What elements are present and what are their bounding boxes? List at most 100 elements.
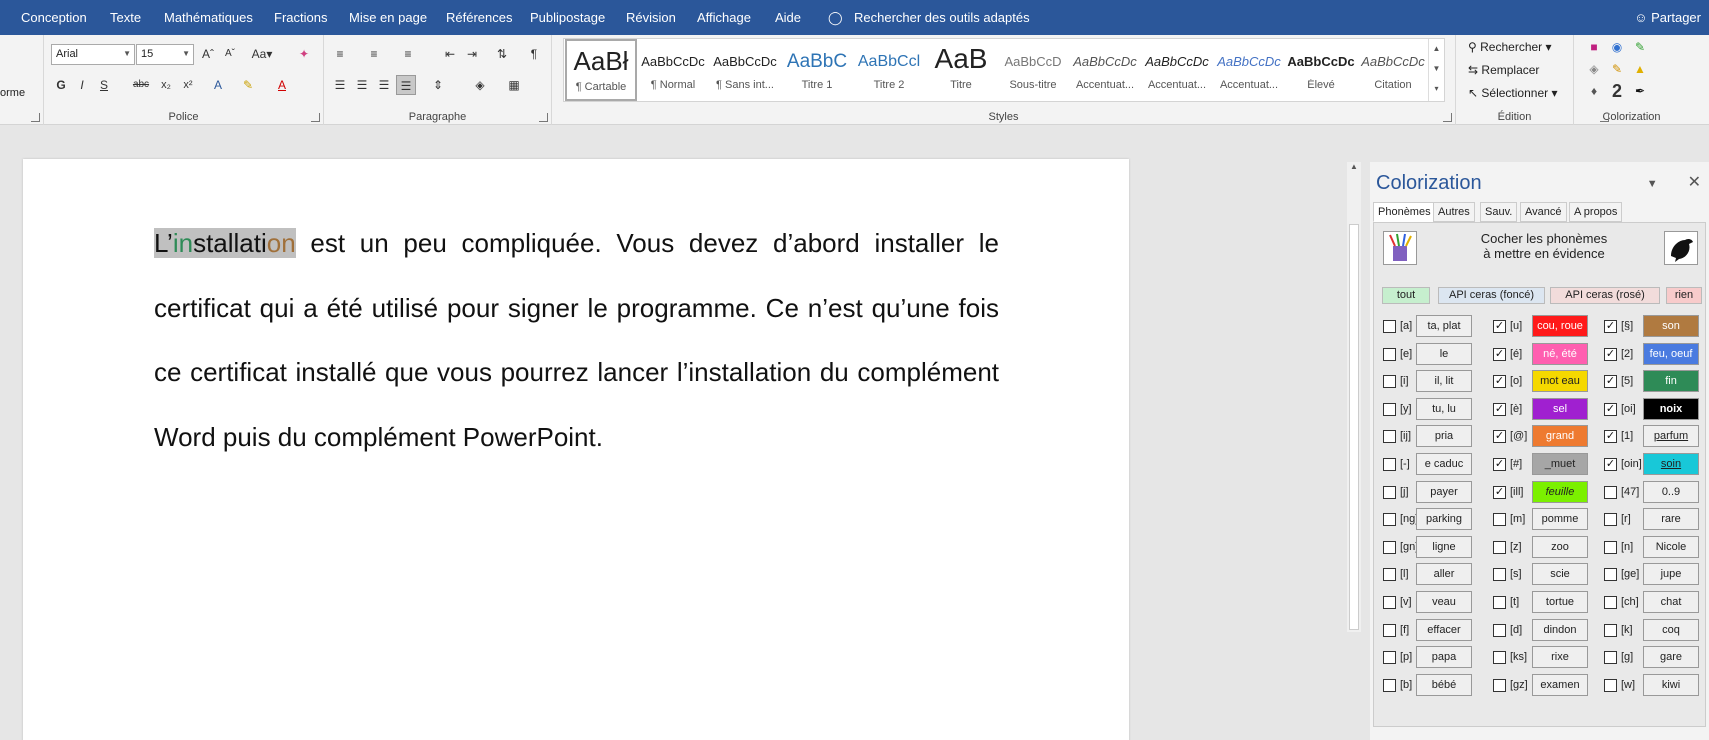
phoneme-format-button[interactable]: tu, lu bbox=[1416, 397, 1472, 420]
phoneme-format-button[interactable]: pria bbox=[1416, 425, 1472, 448]
menu-conception[interactable]: Conception bbox=[21, 10, 87, 25]
document-text[interactable]: L’installation est un peu compliquée. Vo… bbox=[154, 211, 999, 469]
tab-a-propos[interactable]: A propos bbox=[1569, 202, 1623, 222]
phoneme-checkbox[interactable] bbox=[1604, 513, 1617, 527]
phoneme-checkbox[interactable] bbox=[1383, 540, 1396, 554]
tab-sauv[interactable]: Sauv. bbox=[1480, 202, 1518, 222]
phoneme-format-button[interactable]: mot eau bbox=[1532, 370, 1588, 393]
phoneme-format-button[interactable]: noix bbox=[1643, 397, 1699, 420]
phoneme-format-button[interactable]: gare bbox=[1643, 646, 1699, 669]
italic-icon[interactable]: I bbox=[72, 75, 92, 95]
scroll-thumb[interactable] bbox=[1349, 224, 1359, 630]
phoneme-checkbox[interactable] bbox=[1383, 678, 1396, 692]
phoneme-format-button[interactable]: son bbox=[1643, 315, 1699, 337]
phoneme-format-button[interactable]: cou, roue bbox=[1532, 315, 1588, 337]
menu-revision[interactable]: Révision bbox=[626, 10, 676, 25]
text-effects-icon[interactable]: A bbox=[208, 75, 228, 95]
align-right-icon[interactable]: ☰ bbox=[374, 75, 394, 95]
phoneme-checkbox[interactable] bbox=[1493, 540, 1506, 554]
phoneme-checkbox[interactable] bbox=[1383, 458, 1396, 471]
phoneme-format-button[interactable]: sel bbox=[1532, 397, 1588, 420]
phoneme-checkbox[interactable]: ✓ bbox=[1604, 347, 1617, 361]
bullets-icon[interactable]: ≡ bbox=[330, 44, 350, 64]
phoneme-checkbox[interactable]: ✓ bbox=[1604, 430, 1617, 444]
phoneme-checkbox[interactable] bbox=[1383, 651, 1396, 665]
phoneme-checkbox[interactable]: ✓ bbox=[1493, 375, 1506, 389]
phoneme-checkbox[interactable] bbox=[1383, 375, 1396, 389]
menu-aide[interactable]: Aide bbox=[775, 10, 801, 25]
phoneme-checkbox[interactable] bbox=[1604, 596, 1617, 609]
phoneme-checkbox[interactable] bbox=[1493, 651, 1506, 665]
phoneme-format-button[interactable]: feu, oeuf bbox=[1643, 342, 1699, 365]
phoneme-format-button[interactable]: _muet bbox=[1532, 453, 1588, 475]
phoneme-format-button[interactable]: Nicole bbox=[1643, 535, 1699, 558]
share-button[interactable]: ☺ Partager bbox=[1634, 10, 1701, 25]
justify-icon[interactable]: ☰ bbox=[396, 75, 416, 95]
phoneme-checkbox[interactable] bbox=[1493, 513, 1506, 527]
phoneme-checkbox[interactable]: ✓ bbox=[1493, 347, 1506, 361]
menu-mise-en-page[interactable]: Mise en page bbox=[349, 10, 427, 25]
borders-icon[interactable]: ▦ bbox=[504, 75, 524, 95]
phoneme-checkbox[interactable] bbox=[1604, 568, 1617, 582]
tab-avance[interactable]: Avancé bbox=[1520, 202, 1567, 222]
eraser-icon[interactable]: ◈ bbox=[1584, 59, 1604, 79]
phoneme-checkbox[interactable]: ✓ bbox=[1604, 375, 1617, 389]
tab-phonemes[interactable]: Phonèmes bbox=[1373, 202, 1436, 222]
align-center-icon[interactable]: ☰ bbox=[352, 75, 372, 95]
phoneme-checkbox[interactable] bbox=[1383, 513, 1396, 527]
shading-icon[interactable]: ◈ bbox=[470, 75, 490, 95]
style-cartable[interactable]: AaBł ¶ Cartable bbox=[565, 39, 637, 101]
brush-icon[interactable]: ✎ bbox=[1607, 59, 1627, 79]
phoneme-format-button[interactable]: examen bbox=[1532, 673, 1588, 696]
phoneme-format-button[interactable]: il, lit bbox=[1416, 370, 1472, 393]
bell-icon[interactable]: ▲ bbox=[1630, 59, 1650, 79]
phoneme-format-button[interactable]: coq bbox=[1643, 618, 1699, 641]
chevron-up-icon[interactable]: ▲ bbox=[1429, 39, 1444, 59]
phoneme-checkbox[interactable] bbox=[1383, 402, 1396, 416]
style-accentuation-2[interactable]: AaBbCcDc Accentuat... bbox=[1141, 39, 1213, 101]
phoneme-checkbox[interactable]: ✓ bbox=[1493, 402, 1506, 416]
multilevel-list-icon[interactable]: ≡ bbox=[398, 44, 418, 64]
phoneme-format-button[interactable]: papa bbox=[1416, 646, 1472, 669]
chevron-up-icon[interactable]: ▲ bbox=[1347, 162, 1361, 176]
phoneme-checkbox[interactable] bbox=[1604, 623, 1617, 637]
launcher-icon[interactable] bbox=[1600, 113, 1609, 122]
numbering-icon[interactable]: ≡ bbox=[364, 44, 384, 64]
phoneme-format-button[interactable]: scie bbox=[1532, 563, 1588, 586]
launcher-icon[interactable] bbox=[311, 113, 320, 122]
style-sans-interligne[interactable]: AaBbCcDc ¶ Sans int... bbox=[709, 39, 781, 101]
chevron-down-icon[interactable]: ▼ bbox=[1429, 59, 1444, 79]
launcher-icon[interactable] bbox=[31, 113, 40, 122]
phoneme-format-button[interactable]: bébé bbox=[1416, 673, 1472, 696]
colorize-icon[interactable]: ■ bbox=[1584, 37, 1604, 57]
phoneme-checkbox[interactable] bbox=[1604, 651, 1617, 665]
black-pen-icon[interactable]: ✒ bbox=[1630, 81, 1650, 101]
document-scrollbar[interactable]: ▲ bbox=[1347, 162, 1361, 632]
style-sous-titre[interactable]: AaBbCcD Sous-titre bbox=[997, 39, 1069, 101]
tell-me-search[interactable]: Rechercher des outils adaptés bbox=[854, 10, 1030, 25]
menu-texte[interactable]: Texte bbox=[110, 10, 141, 25]
style-accentuation-1[interactable]: AaBbCcDc Accentuat... bbox=[1069, 39, 1141, 101]
menu-fractions[interactable]: Fractions bbox=[274, 10, 327, 25]
phoneme-format-button[interactable]: payer bbox=[1416, 480, 1472, 503]
phoneme-checkbox[interactable]: ✓ bbox=[1493, 485, 1506, 499]
phoneme-checkbox[interactable] bbox=[1493, 568, 1506, 582]
phoneme-checkbox[interactable] bbox=[1383, 596, 1396, 609]
pen-icon[interactable]: ✎ bbox=[1630, 37, 1650, 57]
phoneme-format-button[interactable]: soin bbox=[1643, 453, 1699, 475]
font-color-icon[interactable]: A bbox=[272, 75, 292, 95]
pilcrow-icon[interactable]: ¶ bbox=[524, 44, 544, 64]
phoneme-format-button[interactable]: grand bbox=[1532, 425, 1588, 448]
launcher-icon[interactable] bbox=[1443, 113, 1452, 122]
style-titre[interactable]: AaB Titre bbox=[925, 39, 997, 101]
tab-autres[interactable]: Autres bbox=[1433, 202, 1475, 222]
increase-indent-icon[interactable]: ⇥ bbox=[462, 44, 482, 64]
phoneme-format-button[interactable]: parfum bbox=[1643, 425, 1699, 448]
selected-word[interactable]: L’installation bbox=[154, 228, 296, 258]
phoneme-format-button[interactable]: tortue bbox=[1532, 591, 1588, 613]
syllable-icon[interactable]: ♦ bbox=[1584, 81, 1604, 101]
phoneme-checkbox[interactable] bbox=[1383, 320, 1396, 333]
phoneme-format-button[interactable]: dindon bbox=[1532, 618, 1588, 641]
phoneme-format-button[interactable]: jupe bbox=[1643, 563, 1699, 586]
api-ceras-fonce-button[interactable]: API ceras (foncé) bbox=[1438, 287, 1545, 304]
